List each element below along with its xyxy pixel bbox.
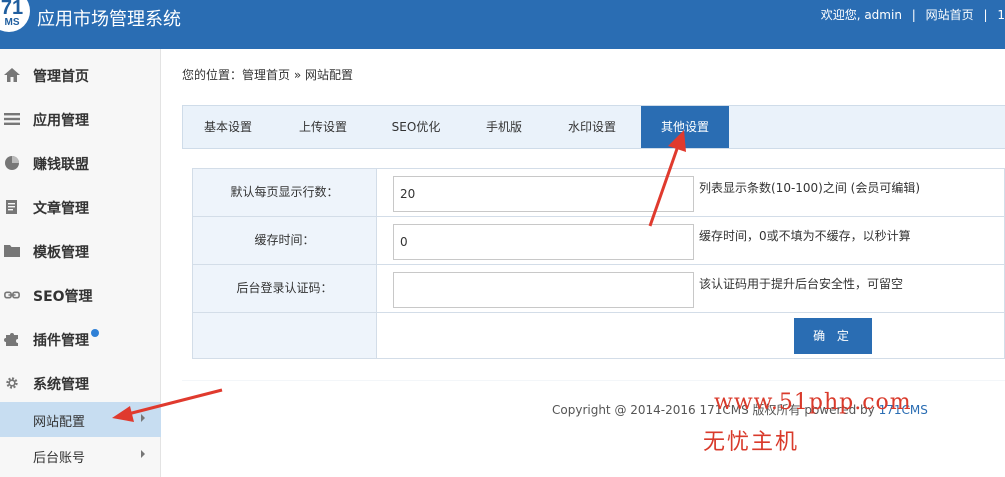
chevron-right-icon bbox=[141, 414, 145, 422]
form-row bbox=[193, 313, 1005, 358]
sidebar-item-label: 管理首页 bbox=[33, 69, 89, 85]
breadcrumb: 您的位置：管理首页 » 网站配置 bbox=[182, 68, 353, 82]
tab-other-settings[interactable]: 其他设置 bbox=[641, 106, 729, 148]
header-separator: | bbox=[983, 8, 988, 22]
sidebar-subitem-admin-accounts[interactable]: 后台账号 bbox=[0, 438, 161, 473]
rows-per-page-input[interactable]: 20 bbox=[393, 176, 694, 212]
sidebar-item-label: 系统管理 bbox=[33, 377, 89, 393]
cache-time-hint: 缓存时间，0或不填为不缓存，以秒计算 bbox=[699, 229, 911, 243]
settings-form: 默认每页显示行数： 20 列表显示条数(10-100)之间 (会员可编辑) 缓存… bbox=[192, 168, 1005, 359]
sidebar-item-templates[interactable]: 模板管理 bbox=[0, 229, 161, 273]
puzzle-icon bbox=[4, 333, 18, 346]
header-separator: | bbox=[911, 8, 916, 22]
tab-upload-settings[interactable]: 上传设置 bbox=[278, 106, 368, 148]
sidebar-subitem-label: 网站配置 bbox=[33, 415, 86, 430]
sidebar-item-label: SEO管理 bbox=[33, 289, 93, 305]
sidebar-item-dashboard[interactable]: 管理首页 bbox=[0, 53, 161, 97]
top-header: 71 MS 应用市场管理系统 欢迎您, admin | 网站首页 | 1 bbox=[0, 0, 1005, 49]
notification-dot bbox=[91, 329, 99, 337]
admin-auth-code-input[interactable] bbox=[393, 272, 694, 308]
confirm-button[interactable]: 确 定 bbox=[794, 318, 872, 354]
header-trailing-text: 1 bbox=[997, 8, 1005, 22]
site-home-link[interactable]: 网站首页 bbox=[926, 6, 974, 23]
tab-basic-settings[interactable]: 基本设置 bbox=[183, 106, 273, 148]
sidebar-item-articles[interactable]: 文章管理 bbox=[0, 185, 161, 229]
link-icon bbox=[4, 291, 20, 299]
watermark-url: www.51php.com bbox=[714, 390, 912, 415]
form-row: 缓存时间： 0 缓存时间，0或不填为不缓存，以秒计算 bbox=[193, 217, 1005, 265]
rows-per-page-label: 默认每页显示行数： bbox=[193, 169, 377, 216]
settings-tabs: 基本设置 上传设置 SEO优化 手机版 水印设置 其他设置 bbox=[182, 105, 1005, 149]
sidebar-item-apps[interactable]: 应用管理 bbox=[0, 97, 161, 141]
header-user-area: 欢迎您, admin | 网站首页 | 1 bbox=[821, 6, 1005, 23]
admin-auth-code-hint: 该认证码用于提升后台安全性，可留空 bbox=[699, 277, 904, 291]
tab-watermark[interactable]: 水印设置 bbox=[547, 106, 637, 148]
cache-time-input[interactable]: 0 bbox=[393, 224, 694, 260]
welcome-text: 欢迎您, admin bbox=[820, 8, 902, 22]
app-title: 应用市场管理系统 bbox=[37, 9, 181, 30]
sidebar-item-system[interactable]: 系统管理 bbox=[0, 361, 161, 405]
home-icon bbox=[4, 68, 20, 82]
gear-icon bbox=[6, 377, 18, 389]
sidebar-item-label: 插件管理 bbox=[33, 333, 89, 349]
sidebar-item-earn-alliance[interactable]: 赚钱联盟 bbox=[0, 141, 161, 185]
form-row: 默认每页显示行数： 20 列表显示条数(10-100)之间 (会员可编辑) bbox=[193, 169, 1005, 217]
sidebar-item-plugins[interactable]: 插件管理 bbox=[0, 317, 161, 361]
form-row: 后台登录认证码： 该认证码用于提升后台安全性，可留空 bbox=[193, 265, 1005, 313]
empty-label-cell bbox=[193, 313, 377, 358]
sidebar-subitem-label: 后台账号 bbox=[33, 451, 86, 466]
cache-time-label: 缓存时间： bbox=[193, 217, 377, 264]
sidebar-item-label: 模板管理 bbox=[33, 245, 89, 261]
rows-per-page-hint: 列表显示条数(10-100)之间 (会员可编辑) bbox=[699, 181, 921, 195]
list-icon bbox=[4, 113, 20, 125]
pie-chart-icon bbox=[5, 156, 19, 170]
logo: 71 MS bbox=[0, 0, 30, 32]
tab-seo[interactable]: SEO优化 bbox=[371, 106, 461, 148]
watermark-text: 无忧主机 bbox=[703, 430, 800, 455]
sidebar-subitem-site-config[interactable]: 网站配置 bbox=[0, 402, 161, 437]
document-icon bbox=[6, 200, 17, 214]
chevron-right-icon bbox=[141, 450, 145, 458]
logo-text-bottom: MS bbox=[4, 17, 20, 28]
sidebar: 管理首页 应用管理 赚钱联盟 文章管理 模板管理 SEO管理 插件管理 系统管理… bbox=[0, 49, 161, 477]
admin-auth-code-label: 后台登录认证码： bbox=[193, 265, 377, 312]
sidebar-item-label: 赚钱联盟 bbox=[33, 157, 89, 173]
folder-icon bbox=[4, 245, 20, 257]
sidebar-item-label: 应用管理 bbox=[33, 113, 89, 129]
logo-text-top: 71 bbox=[0, 0, 24, 19]
sidebar-item-seo[interactable]: SEO管理 bbox=[0, 273, 161, 317]
tab-mobile[interactable]: 手机版 bbox=[459, 106, 549, 148]
sidebar-item-label: 文章管理 bbox=[33, 201, 89, 217]
